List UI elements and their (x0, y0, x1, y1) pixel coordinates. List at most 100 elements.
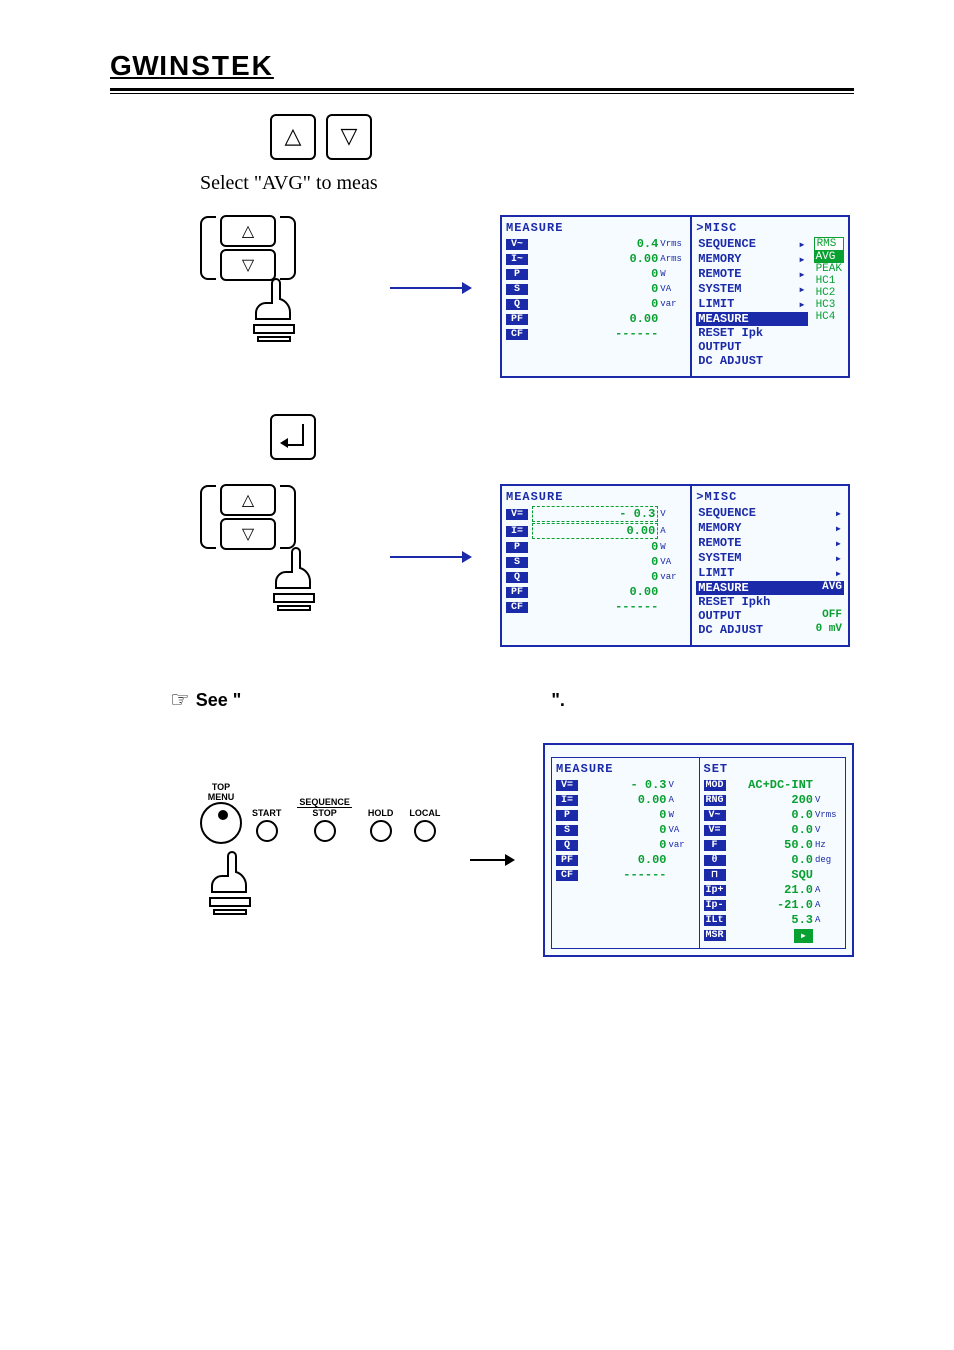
measure-value: 0 (532, 267, 658, 281)
measure-row: S0VA (556, 823, 694, 837)
press-updown-illustration: △ ▽ (200, 215, 360, 345)
set-tag: Ip+ (704, 885, 726, 896)
measure-row: V=- 0.3V (556, 778, 694, 792)
rule-thin (110, 93, 854, 94)
up-key-icon: △ (220, 484, 276, 516)
set-value: 0.0 (730, 823, 813, 837)
lcd-screen-1: MEASURE V~0.4VrmsI~0.00ArmsP0WS0VAQ0varP… (500, 215, 850, 378)
panel-title: >MISC (696, 490, 844, 504)
menu-item: MEMORY▸ (696, 252, 807, 267)
label: HOLD (368, 808, 394, 818)
set-value: SQU (730, 868, 813, 882)
instruction-text: Select "AVG" to meas (200, 172, 854, 195)
menu-item: REMOTE▸ (696, 536, 844, 551)
up-key-icon: △ (270, 114, 316, 160)
measure-value: ------ (532, 600, 658, 614)
lcd-screen-3: MEASURE V=- 0.3VI=0.00AP0WS0VAQ0varPF0.0… (543, 743, 854, 957)
set-row: V= 0.0V (704, 823, 841, 837)
set-row: Ip+21.0A (704, 883, 841, 897)
measure-row: I~0.00Arms (506, 252, 686, 266)
menu-item: SEQUENCE▸ (696, 506, 844, 521)
measure-unit: V (669, 780, 695, 790)
measure-row: P0W (556, 808, 694, 822)
measure-row: P0W (506, 540, 686, 554)
set-tag: MOD (704, 780, 726, 791)
menu-item: OUTPUT (696, 340, 807, 354)
measure-value: 0.4 (532, 237, 658, 251)
set-value: 0.0 (730, 853, 813, 867)
set-value: ▸ (730, 928, 813, 943)
panel-title: SET (704, 762, 841, 776)
measure-value: 0 (532, 297, 658, 311)
hand-press-icon (264, 544, 334, 614)
measure-value: ------ (532, 327, 658, 341)
set-row: ILt 5.3A (704, 913, 841, 927)
measure-row: V~0.4Vrms (506, 237, 686, 251)
button-icon (314, 820, 336, 842)
measure-value: - 0.3 (532, 506, 658, 522)
measure-row: PF0.00 (506, 585, 686, 599)
label: SEQUENCE (297, 797, 352, 808)
measure-row: CF------ (556, 868, 694, 882)
set-unit: V (815, 795, 841, 805)
measure-value: - 0.3 (582, 778, 666, 792)
panel-title: MEASURE (556, 762, 694, 776)
measure-row: PF0.00 (556, 853, 694, 867)
measure-row: CF ------ (506, 600, 686, 614)
measure-tag: Q (556, 840, 578, 851)
menu-item: SEQUENCE▸ (696, 237, 807, 252)
measure-tag: CF (556, 870, 578, 881)
option-item: HC4 (814, 311, 844, 323)
measure-row: Q0var (556, 838, 694, 852)
set-unit: V (815, 825, 841, 835)
knob-icon (200, 802, 242, 844)
measure-tag: S (506, 284, 528, 295)
measure-row: I=0.00A (506, 523, 686, 539)
menu-item: LIMIT▸ (696, 297, 807, 312)
menu-item: RESET Ipk (696, 326, 807, 340)
option-item: RMS (814, 237, 844, 251)
panel-title: MEASURE (506, 490, 686, 504)
set-value: 5.3 (730, 913, 813, 927)
set-value: 21.0 (730, 883, 813, 897)
set-tag: ILt (704, 915, 726, 926)
set-value: 200 (730, 793, 813, 807)
measure-row: I=0.00A (556, 793, 694, 807)
measure-row: Q0var (506, 297, 686, 311)
measure-row: PF0.00 (506, 312, 686, 326)
measure-tag: V~ (506, 239, 528, 250)
measure-tag: CF (506, 329, 528, 340)
up-key-icon: △ (220, 215, 276, 247)
measure-row: S0VA (506, 282, 686, 296)
down-key-icon: ▽ (326, 114, 372, 160)
measure-value: 0.00 (532, 312, 658, 326)
menu-item: MEASUREAVG (696, 581, 844, 595)
measure-unit: var (660, 299, 686, 309)
key-row: △ ▽ (270, 114, 854, 160)
set-row: MODAC+DC-INT (704, 778, 841, 792)
measure-value: 0 (582, 838, 666, 852)
page-header: GWINSTEK (110, 50, 854, 82)
measure-unit: W (660, 269, 686, 279)
set-tag: V= (704, 825, 726, 836)
menu-item: MEMORY▸ (696, 521, 844, 536)
set-row: Ip--21.0A (704, 898, 841, 912)
option-item: HC2 (814, 287, 844, 299)
measure-unit: V (660, 509, 686, 519)
measure-unit: VA (660, 284, 686, 294)
set-unit: A (815, 915, 841, 925)
menu-item: RESET Ipkh (696, 595, 844, 609)
button-icon (414, 820, 436, 842)
rule-thick (110, 88, 854, 91)
set-value: 50.0 (730, 838, 813, 852)
measure-row: S0VA (506, 555, 686, 569)
hand-press-icon (200, 848, 270, 918)
measure-tag: CF (506, 602, 528, 613)
menu-item: DC ADJUST0 mV (696, 623, 844, 637)
measure-row: CF ------ (506, 327, 686, 341)
set-tag: Ip- (704, 900, 726, 911)
menu-item: DC ADJUST (696, 354, 807, 368)
set-value: 0.0 (730, 808, 813, 822)
brand-logo: GWINSTEK (110, 62, 274, 79)
arrow-right-icon (470, 859, 513, 861)
